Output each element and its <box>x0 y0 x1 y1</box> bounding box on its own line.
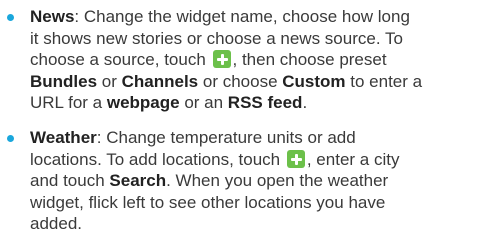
weather-line-5: added. <box>30 214 82 233</box>
rss-feed-label: RSS feed <box>227 93 303 112</box>
custom-label: Custom <box>282 71 346 91</box>
weather-line-3: and touch Search. When you open the weat… <box>30 171 389 190</box>
news-line-4: Bundles or Channels or choose Custom to … <box>30 71 423 91</box>
news-line-5: URL for a webpage or an RSS feed. <box>30 93 308 112</box>
channels-label: Channels <box>121 71 199 91</box>
bullet-icon <box>7 14 14 21</box>
search-label: Search <box>109 171 167 190</box>
news-line-2: it shows new stories or choose a news so… <box>30 28 403 48</box>
news-description: News: Change the widget name, choose how… <box>30 6 488 114</box>
weather-description: Weather: Change temperature units or add… <box>30 127 488 235</box>
plus-icon <box>286 149 305 168</box>
webpage-label: webpage <box>106 93 180 112</box>
weather-line-1: Weather: Change temperature units or add <box>30 128 356 147</box>
weather-term: Weather <box>30 128 97 147</box>
weather-line-2: locations. To add locations, touch , ent… <box>30 149 400 169</box>
news-term: News <box>30 7 75 26</box>
weather-line-4: widget, flick left to see other location… <box>30 192 386 212</box>
news-line-1: News: Change the widget name, choose how… <box>30 7 410 26</box>
news-line-3: choose a source, touch , then choose pre… <box>30 50 387 69</box>
plus-icon <box>212 50 231 68</box>
bundles-label: Bundles <box>30 71 98 91</box>
bullet-icon <box>7 135 14 142</box>
